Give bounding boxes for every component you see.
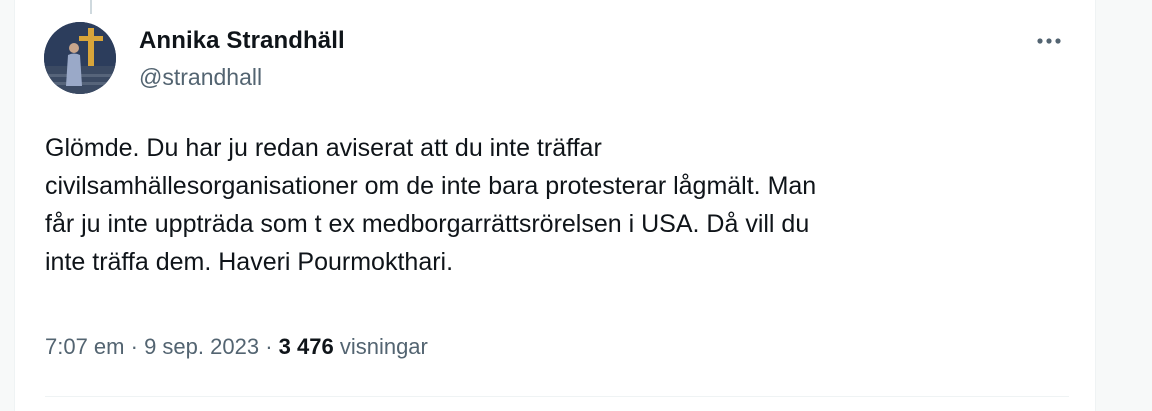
thread-connector-line (90, 0, 92, 14)
avatar-image (44, 22, 116, 94)
tweet-text-line: Glömde. Du har ju redan aviserat att du … (45, 134, 602, 162)
meta-separator: · (130, 334, 138, 359)
author-name[interactable]: Annika Strandhäll (139, 27, 345, 55)
divider (45, 396, 1069, 397)
more-options-button[interactable] (1029, 26, 1069, 56)
avatar[interactable] (44, 22, 116, 94)
tweet-text-line: får ju inte uppträda som t ex medborgarr… (45, 210, 810, 238)
tweet-meta: 7:07 em · 9 sep. 2023 · 3 476 visningar (45, 334, 428, 360)
page: Annika Strandhäll @strandhall Glömde. Du… (0, 0, 1152, 411)
views-count: 3 476 (278, 334, 334, 359)
tweet-text: Glömde. Du har ju redan aviserat att du … (45, 129, 1075, 281)
tweet-time-link[interactable]: 7:07 em · 9 sep. 2023 (45, 334, 259, 359)
tweet-text-line: civilsamhällesorganisationer om de inte … (45, 172, 817, 200)
tweet-card: Annika Strandhäll @strandhall Glömde. Du… (14, 0, 1096, 411)
tweet-time: 7:07 em (45, 334, 125, 359)
views-label: visningar (339, 334, 428, 359)
views-link[interactable]: 3 476 visningar (279, 334, 428, 359)
meta-separator: · (265, 334, 273, 359)
tweet-text-line: inte träffa dem. Haveri Pourmokthari. (45, 248, 454, 276)
more-horizontal-icon (1037, 38, 1061, 44)
author-handle[interactable]: @strandhall (139, 64, 262, 91)
tweet-date: 9 sep. 2023 (144, 334, 260, 359)
